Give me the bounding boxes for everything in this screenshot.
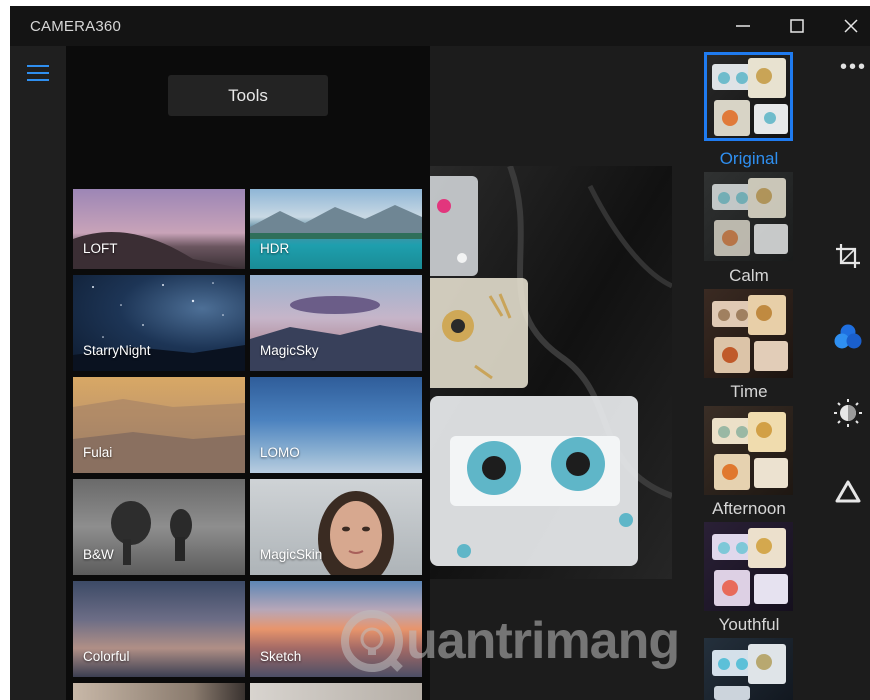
filter-label: Original [719,149,779,168]
effect-tile-lomo[interactable]: LOMO [250,377,422,473]
effect-label: HDR [260,241,290,256]
effects-panel: Tools LOFT HDR StarryNight MagicSky Fula… [66,46,430,700]
title-bar: CAMERA360 [10,6,870,46]
more-icon[interactable]: ••• [840,56,867,79]
filter-thumb-original[interactable] [704,52,793,141]
minimize-icon [736,25,750,27]
filter-thumb-afternoon[interactable] [704,406,793,495]
filter-thumb-youthful[interactable] [704,522,793,611]
filter-column: ••• Original Calm Time Afternoon Youthfu… [672,46,870,700]
effect-label: B&W [83,547,114,562]
filter-thumb-partial[interactable] [704,638,793,700]
effect-tile-fulai[interactable]: Fulai [73,377,245,473]
left-sidebar [10,46,66,700]
filter-label: Afternoon [712,499,786,518]
filter-label: Calm [729,266,769,285]
photo-image [430,166,672,579]
effect-label: MagicSky [260,343,319,358]
effect-label: StarryNight [83,343,151,358]
effect-label: LOMO [260,445,300,460]
filter-thumb-time[interactable] [704,289,793,378]
filter-label: Time [730,382,768,401]
effect-label: Fulai [83,445,113,460]
effect-tile-starrynight[interactable]: StarryNight [73,275,245,371]
close-icon [844,19,858,33]
maximize-button[interactable] [770,6,824,46]
effect-label: MagicSkin [260,547,323,562]
photo-preview[interactable] [430,166,672,579]
shape-icon[interactable] [832,476,864,508]
effect-tile-sketch[interactable]: Sketch [250,581,422,677]
effect-tile-partial[interactable] [250,683,422,700]
close-button[interactable] [824,6,870,46]
effect-tile-magicskin[interactable]: MagicSkin [250,479,422,575]
effect-tile-colorful[interactable]: Colorful [73,581,245,677]
minimize-button[interactable] [716,6,770,46]
app-window: CAMERA360 Tools LOFT HDR StarryNight Mag… [10,6,870,700]
watermark-text: uantrimang [406,612,680,670]
tools-button[interactable]: Tools [168,75,328,116]
hamburger-icon[interactable] [27,65,49,81]
effect-label: LOFT [83,241,118,256]
effect-tile-loft[interactable]: LOFT [73,189,245,269]
effect-tile-bw[interactable]: B&W [73,479,245,575]
filter-label: Youthful [718,615,780,634]
filter-thumb-calm[interactable] [704,172,793,261]
color-filter-icon[interactable] [832,321,864,353]
effect-tile-partial[interactable] [73,683,245,700]
brightness-icon[interactable] [832,397,864,429]
effect-label: Colorful [83,649,130,664]
maximize-icon [790,19,804,33]
effect-tile-hdr[interactable]: HDR [250,189,422,269]
app-title: CAMERA360 [30,18,122,35]
effect-tile-magicsky[interactable]: MagicSky [250,275,422,371]
crop-icon[interactable] [832,240,864,272]
effect-label: Sketch [260,649,302,664]
